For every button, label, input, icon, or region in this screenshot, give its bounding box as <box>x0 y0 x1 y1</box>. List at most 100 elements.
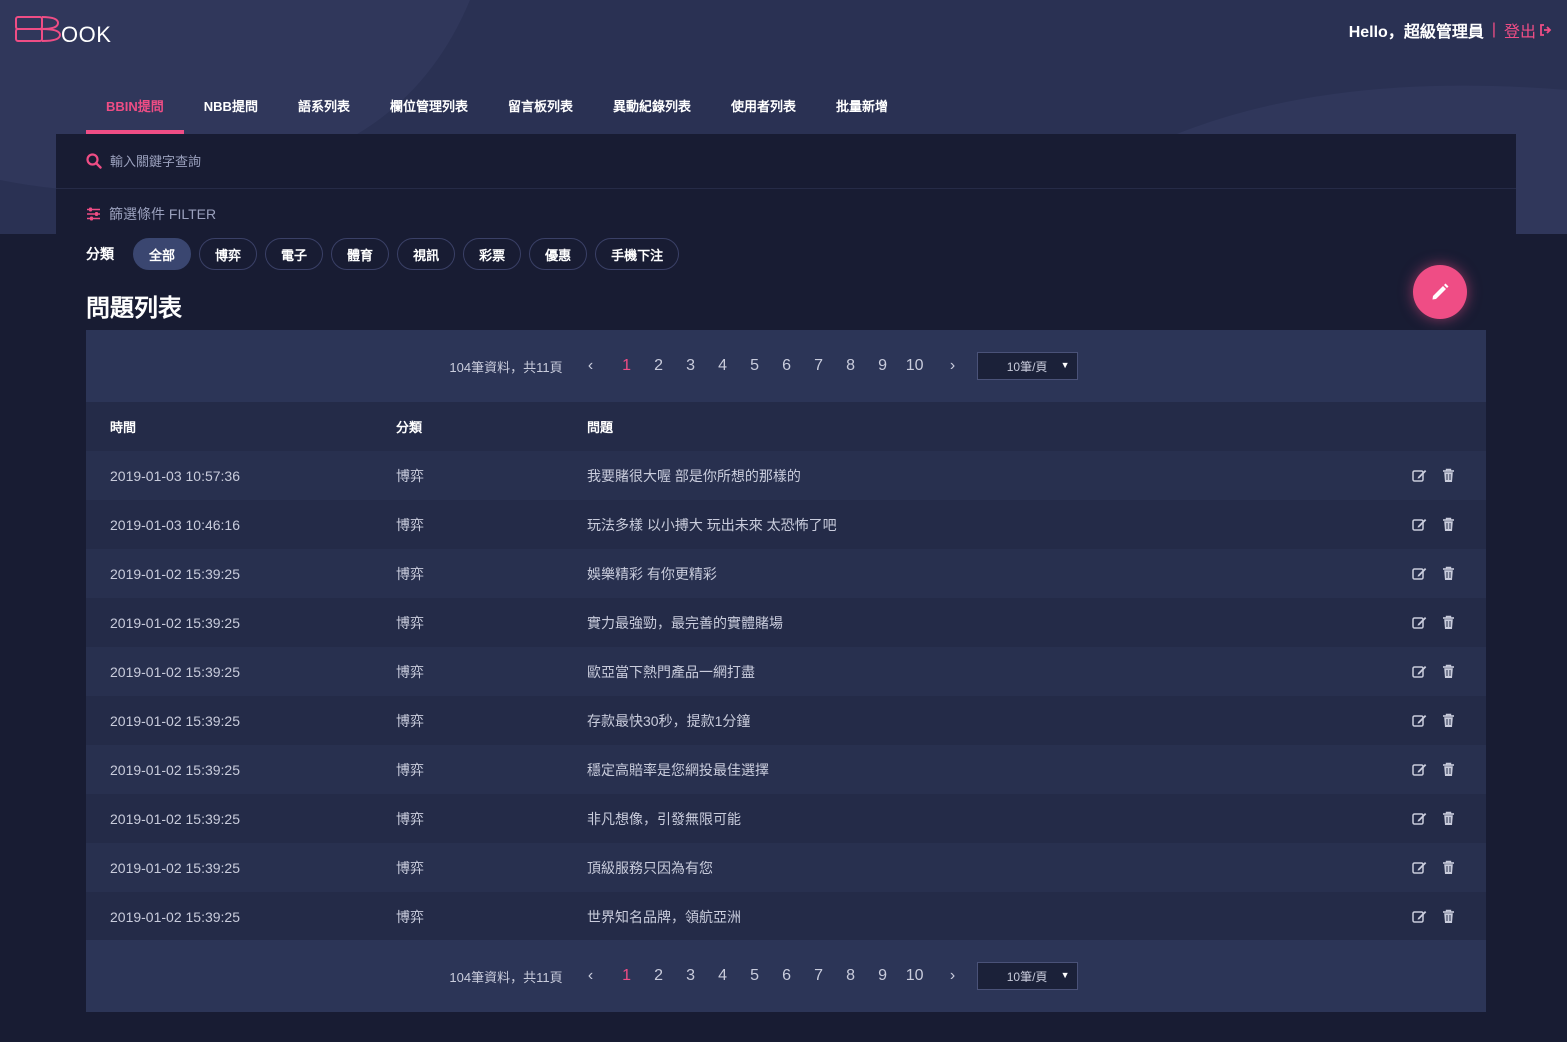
edit-icon[interactable] <box>1412 566 1427 581</box>
per-page-select[interactable]: 10筆/頁 ▼ <box>976 962 1078 990</box>
question-table: 104筆資料，共11頁 ‹ 1 2 3 4 5 6 7 8 9 10 › 10筆… <box>86 330 1486 1012</box>
row-actions <box>1367 615 1486 630</box>
page-9[interactable]: 9 <box>867 357 899 375</box>
edit-icon[interactable] <box>1412 615 1427 630</box>
page-10[interactable]: 10 <box>899 357 931 375</box>
main-nav: BBIN提問 NBB提問 語系列表 欄位管理列表 留言板列表 異動紀錄列表 使用… <box>86 84 908 134</box>
top-bar: OOK Hello，超級管理員 | 登出 <box>0 0 1567 70</box>
user-greeting: Hello，超級管理員 <box>1348 24 1484 41</box>
trash-icon[interactable] <box>1441 713 1456 728</box>
cell-question: 實力最強勁，最完善的實體賭場 <box>587 614 783 631</box>
page-2[interactable]: 2 <box>643 357 675 375</box>
cell-time: 2019-01-02 15:39:25 <box>110 565 240 582</box>
page-3[interactable]: 3 <box>675 967 707 985</box>
table-header: 時間 分類 問題 <box>86 402 1486 451</box>
cell-category: 博弈 <box>396 467 424 484</box>
prev-page-button[interactable]: ‹ <box>579 967 603 985</box>
page-1[interactable]: 1 <box>611 967 643 985</box>
chip-promotion[interactable]: 優惠 <box>529 238 588 270</box>
cell-time: 2019-01-02 15:39:25 <box>110 859 240 876</box>
user-area: Hello，超級管理員 | 登出 <box>1349 18 1553 42</box>
edit-icon[interactable] <box>1412 811 1427 826</box>
search-input[interactable] <box>110 153 610 169</box>
trash-icon[interactable] <box>1441 860 1456 875</box>
cell-time: 2019-01-02 15:39:25 <box>110 908 240 925</box>
table-row: 2019-01-02 15:39:25 博弈 存款最快30秒，提款1分鐘 <box>86 696 1486 745</box>
page-6[interactable]: 6 <box>771 967 803 985</box>
logout-label: 登出 <box>1503 24 1536 41</box>
edit-icon[interactable] <box>1412 664 1427 679</box>
cell-category: 博弈 <box>396 565 424 582</box>
page-4[interactable]: 4 <box>707 967 739 985</box>
trash-icon[interactable] <box>1441 468 1456 483</box>
trash-icon[interactable] <box>1441 664 1456 679</box>
next-page-button[interactable]: › <box>941 967 965 985</box>
caret-down-icon: ▼ <box>1060 970 1070 980</box>
table-row: 2019-01-02 15:39:25 博弈 穩定高賠率是您網投最佳選擇 <box>86 745 1486 794</box>
tab-change-log[interactable]: 異動紀錄列表 <box>593 84 711 134</box>
tab-language-list[interactable]: 語系列表 <box>278 84 370 134</box>
cell-question: 玩法多樣 以小搏大 玩出未來 太恐怖了吧 <box>587 516 837 533</box>
header-separator: | <box>1491 21 1496 38</box>
page-5[interactable]: 5 <box>739 967 771 985</box>
chip-all[interactable]: 全部 <box>133 238 192 270</box>
edit-icon[interactable] <box>1412 762 1427 777</box>
edit-icon[interactable] <box>1412 860 1427 875</box>
tab-bbin-questions[interactable]: BBIN提問 <box>86 84 184 134</box>
add-question-button[interactable] <box>1413 265 1467 319</box>
tab-message-board[interactable]: 留言板列表 <box>488 84 593 134</box>
logout-link[interactable]: 登出 <box>1504 18 1553 42</box>
edit-icon[interactable] <box>1412 468 1427 483</box>
page-7[interactable]: 7 <box>803 967 835 985</box>
page-7[interactable]: 7 <box>803 357 835 375</box>
cell-time: 2019-01-02 15:39:25 <box>110 810 240 827</box>
table-row: 2019-01-02 15:39:25 博弈 娛樂精彩 有你更精彩 <box>86 549 1486 598</box>
trash-icon[interactable] <box>1441 566 1456 581</box>
cell-question: 世界知名品牌，領航亞洲 <box>587 908 741 925</box>
edit-icon[interactable] <box>1412 517 1427 532</box>
row-actions <box>1367 860 1486 875</box>
page-8[interactable]: 8 <box>835 357 867 375</box>
column-header-question: 問題 <box>587 420 614 435</box>
trash-icon[interactable] <box>1441 909 1456 924</box>
tab-field-management[interactable]: 欄位管理列表 <box>370 84 488 134</box>
page-8[interactable]: 8 <box>835 967 867 985</box>
per-page-select[interactable]: 10筆/頁 ▼ <box>976 352 1078 380</box>
chip-sports[interactable]: 體育 <box>331 238 390 270</box>
cell-category: 博弈 <box>396 810 424 827</box>
table-body: 2019-01-03 10:57:36 博弈 我要賭很大喔 部是你所想的那樣的 201… <box>86 451 1486 941</box>
page-10[interactable]: 10 <box>899 967 931 985</box>
page-5[interactable]: 5 <box>739 357 771 375</box>
edit-icon[interactable] <box>1412 713 1427 728</box>
chip-mobile-betting[interactable]: 手機下注 <box>595 238 680 270</box>
edit-icon[interactable] <box>1412 909 1427 924</box>
table-row: 2019-01-02 15:39:25 博弈 實力最強勁，最完善的實體賭場 <box>86 598 1486 647</box>
prev-page-button[interactable]: ‹ <box>579 357 603 375</box>
page-3[interactable]: 3 <box>675 357 707 375</box>
trash-icon[interactable] <box>1441 762 1456 777</box>
category-filter: 分類 全部 博弈 電子 體育 視訊 彩票 優惠 手機下注 <box>86 238 687 270</box>
row-actions <box>1367 713 1486 728</box>
next-page-button[interactable]: › <box>941 357 965 375</box>
chip-gambling[interactable]: 博弈 <box>199 238 258 270</box>
tab-nbb-questions[interactable]: NBB提問 <box>184 84 278 134</box>
chip-video[interactable]: 視訊 <box>397 238 456 270</box>
pagination-top: 104筆資料，共11頁 ‹ 1 2 3 4 5 6 7 8 9 10 › 10筆… <box>86 330 1486 402</box>
tab-batch-add[interactable]: 批量新增 <box>816 84 908 134</box>
row-actions <box>1367 811 1486 826</box>
chip-lottery[interactable]: 彩票 <box>463 238 522 270</box>
row-actions <box>1367 566 1486 581</box>
cell-category: 博弈 <box>396 761 424 778</box>
page-2[interactable]: 2 <box>643 967 675 985</box>
page-9[interactable]: 9 <box>867 967 899 985</box>
chip-electronic[interactable]: 電子 <box>265 238 324 270</box>
trash-icon[interactable] <box>1441 811 1456 826</box>
cell-time: 2019-01-02 15:39:25 <box>110 712 240 729</box>
tab-user-list[interactable]: 使用者列表 <box>711 84 816 134</box>
page-1[interactable]: 1 <box>611 357 643 375</box>
page-4[interactable]: 4 <box>707 357 739 375</box>
page-6[interactable]: 6 <box>771 357 803 375</box>
trash-icon[interactable] <box>1441 517 1456 532</box>
cell-question: 頂級服務只因為有您 <box>587 859 713 876</box>
trash-icon[interactable] <box>1441 615 1456 630</box>
